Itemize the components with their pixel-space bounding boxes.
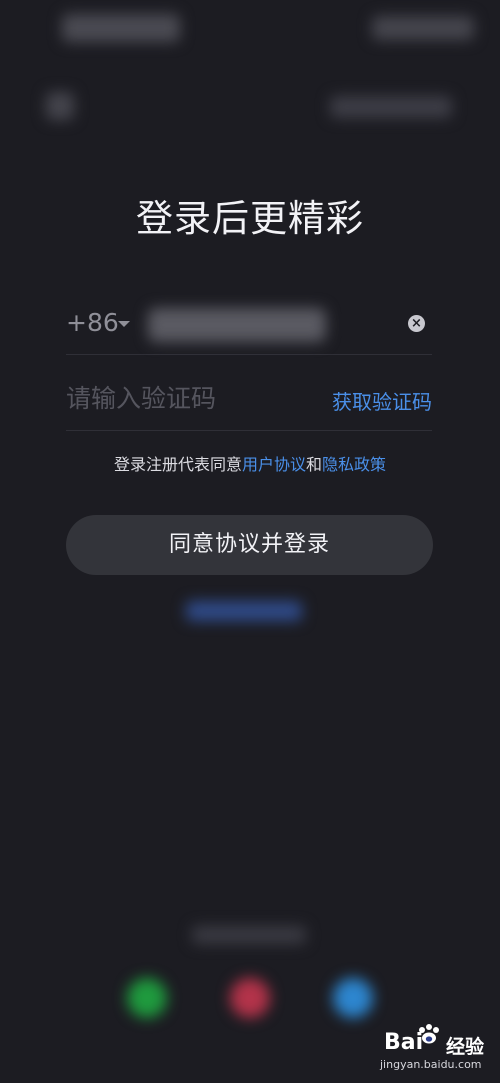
agreement-conjunction: 和	[306, 455, 323, 474]
verification-code-input[interactable]	[66, 378, 306, 418]
phone-row: +86 ×	[66, 298, 432, 355]
wechat-login-icon[interactable]	[127, 978, 167, 1018]
alternate-login-link[interactable]	[186, 601, 302, 621]
back-icon[interactable]	[46, 92, 74, 120]
privacy-policy-link[interactable]: 隐私政策	[322, 455, 386, 474]
status-bar-left	[62, 14, 180, 42]
baidu-jingyan-watermark: Bai 经验 jingyan.baidu.com	[380, 1024, 496, 1078]
agreement-prefix: 登录注册代表同意	[113, 455, 242, 474]
header-link[interactable]	[330, 96, 452, 118]
weibo-login-icon[interactable]	[230, 978, 270, 1018]
qq-login-icon[interactable]	[333, 978, 373, 1018]
other-login-label	[192, 926, 306, 944]
phone-number-field[interactable]	[148, 308, 326, 342]
country-code[interactable]: +86	[66, 308, 119, 337]
agree-and-login-button[interactable]: 同意协议并登录	[66, 515, 433, 575]
user-agreement-link[interactable]: 用户协议	[242, 455, 306, 474]
paw-icon	[419, 1024, 439, 1044]
agreement-text: 登录注册代表同意用户协议和隐私政策	[0, 451, 500, 475]
watermark-suffix: 经验	[446, 1036, 485, 1058]
watermark-url: jingyan.baidu.com	[380, 1058, 482, 1071]
get-code-button[interactable]: 获取验证码	[332, 386, 432, 415]
verification-row: 获取验证码	[66, 370, 432, 431]
status-bar-right	[372, 16, 474, 40]
chevron-down-icon[interactable]	[118, 321, 130, 327]
page-title: 登录后更精彩	[136, 197, 364, 240]
clear-icon[interactable]: ×	[408, 315, 425, 332]
